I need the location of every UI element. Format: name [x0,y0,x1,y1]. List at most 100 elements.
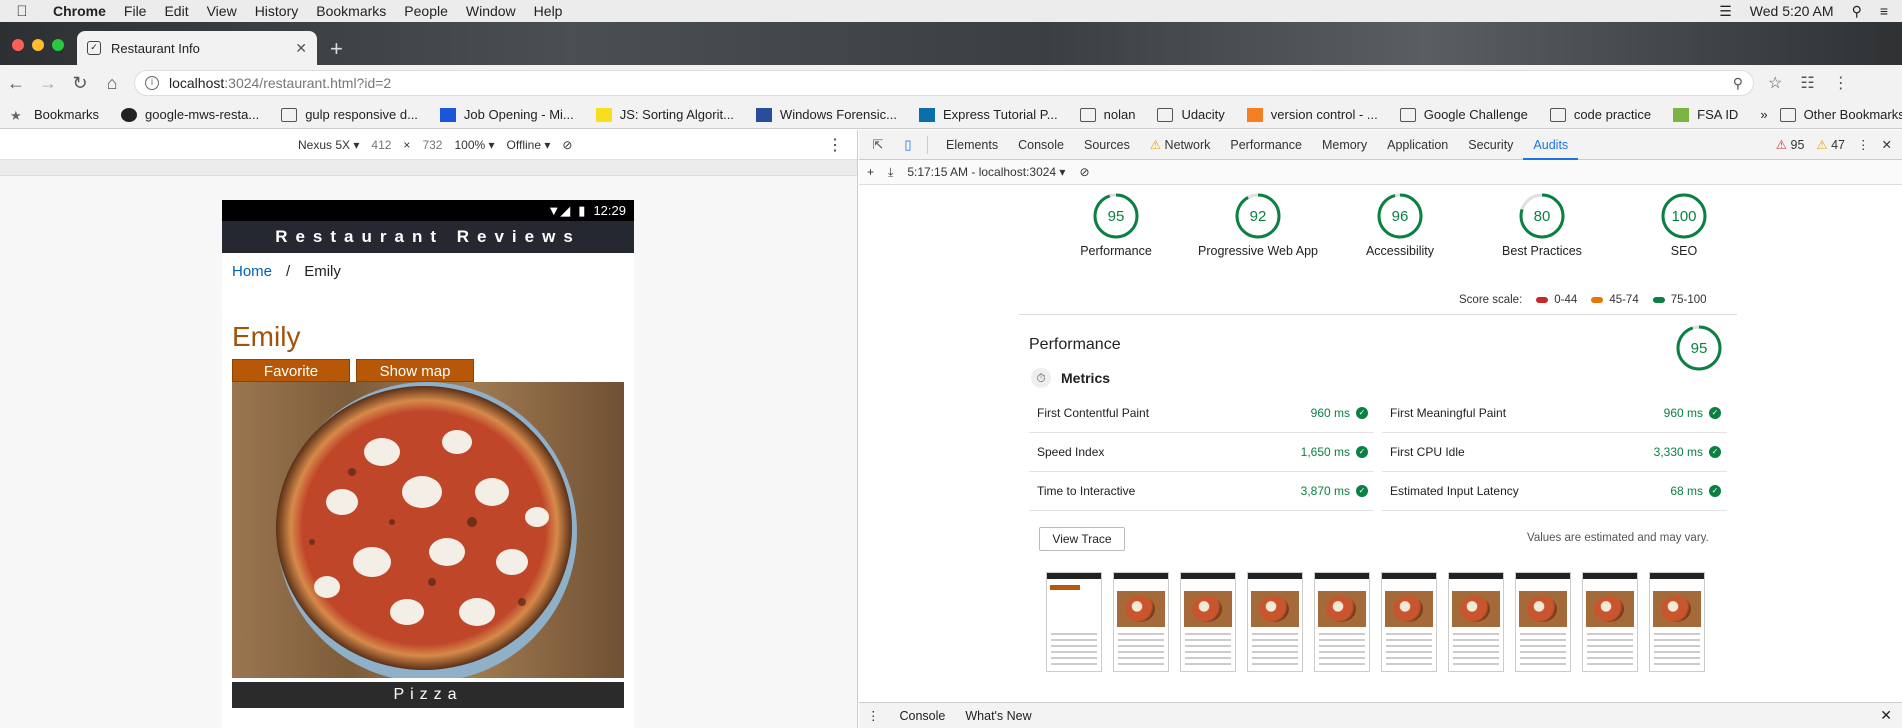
menu-history[interactable]: History [246,3,308,19]
folder-icon [1079,107,1096,122]
close-devtools-icon[interactable]: ✕ [1882,137,1892,152]
menu-bookmarks[interactable]: Bookmarks [307,3,395,19]
reload-icon[interactable]: ↻ [64,73,96,94]
bookmarks-overflow-icon[interactable]: » [1760,107,1767,122]
inspect-element-icon[interactable]: ⇱ [867,137,889,153]
browser-tab[interactable]: ✓ Restaurant Info ✕ [77,31,317,65]
tab-console[interactable]: Console [1008,130,1074,160]
drawer-tab-whats-new[interactable]: What's New [965,709,1031,723]
bookmark-item[interactable]: Windows Forensic... [755,107,897,122]
bookmark-item[interactable]: gulp responsive d... [281,107,418,122]
home-icon[interactable]: ⌂ [96,73,128,94]
bookmark-star-icon[interactable]: ☆ [1768,73,1782,93]
score-value: 100 [1671,208,1696,225]
menu-file[interactable]: File [115,3,156,19]
menu-view[interactable]: View [198,3,246,19]
score-ring: 100 [1661,193,1707,239]
favorite-button[interactable]: Favorite [232,359,350,382]
device-more-icon[interactable]: ⋮ [827,135,843,155]
bookmark-item[interactable]: JS: Sorting Algorit... [595,107,734,122]
bookmark-item[interactable]: Express Tutorial P... [918,107,1058,122]
clear-audits-icon[interactable]: ⊘ [1079,165,1089,179]
wifi-icon[interactable]: ☰ [1719,3,1732,20]
audit-run-select[interactable]: 5:17:15 AM - localhost:3024 ▾ [907,165,1065,179]
download-report-icon[interactable]: ⤓ [888,165,893,180]
menu-list-icon[interactable]: ≡ [1880,3,1888,19]
bookmark-item[interactable]: Udacity [1157,107,1225,122]
maximize-window-button[interactable] [52,39,64,51]
bookmark-item[interactable]: code practice [1549,107,1651,122]
site-info-icon[interactable]: i [145,76,159,90]
zoom-select[interactable]: 100% ▾ [454,138,494,152]
github-icon [121,107,138,122]
tab-application[interactable]: Application [1377,130,1458,160]
score-gauge[interactable]: 92 Progressive Web App [1187,192,1329,258]
forward-icon[interactable]: → [32,73,64,94]
js-icon [595,107,612,122]
filmstrip-frame [1180,572,1236,672]
drawer-tab-console[interactable]: Console [900,709,946,723]
network-throttle-select[interactable]: Offline ▾ [507,138,551,152]
audit-report[interactable]: 95 Performance 92 Progressive Web App 96 Acce… [859,186,1902,702]
bookmark-item[interactable]: google-mws-resta... [121,107,259,122]
menu-edit[interactable]: Edit [155,3,197,19]
new-tab-icon[interactable]: + [330,36,343,62]
score-gauge[interactable]: 96 Accessibility [1329,192,1471,258]
phone-status-bar: ▼◢ ▮ 12:29 [222,200,634,221]
bookmark-item[interactable]: Job Opening - Mi... [439,107,574,122]
address-bar[interactable]: i localhost:3024/restaurant.html?id=2 ⚲ [134,70,1754,96]
device-select[interactable]: Nexus 5X ▾ [298,138,359,152]
score-gauge[interactable]: 100 SEO [1613,192,1755,258]
bookmark-item[interactable]: nolan [1079,107,1135,122]
menu-window[interactable]: Window [457,3,525,19]
filmstrip-frame [1649,572,1705,672]
tab-network[interactable]: ⚠ Network [1140,130,1221,160]
drawer-menu-icon[interactable]: ⋮ [867,708,880,723]
console-counts[interactable]: ⚠ 95 ⚠ 47 ⋮ ✕ [1776,137,1902,152]
filmstrip-frame [1448,572,1504,672]
show-map-button[interactable]: Show map [356,359,474,382]
device-width-input[interactable]: 412 [371,138,391,152]
zoom-search-icon[interactable]: ⚲ [1733,75,1743,92]
back-icon[interactable]: ← [0,73,32,94]
menu-help[interactable]: Help [525,3,572,19]
bookmark-item[interactable]: FSA ID [1673,107,1738,122]
gauge-label: Progressive Web App [1198,244,1318,258]
tab-security[interactable]: Security [1458,130,1523,160]
close-window-button[interactable] [12,39,24,51]
screenshot-filmstrip [1046,572,1705,672]
other-bookmarks[interactable]: Other Bookmarks [1779,107,1902,122]
pass-check-icon: ✓ [1709,485,1721,497]
rotate-icon[interactable]: ⊘ [562,138,572,152]
new-audit-icon[interactable]: + [867,165,874,179]
tab-performance[interactable]: Performance [1220,130,1312,160]
view-trace-button[interactable]: View Trace [1039,527,1125,551]
tab-title: Restaurant Info [111,40,200,56]
menubar-clock[interactable]: Wed 5:20 AM [1750,3,1834,19]
bookmark-item[interactable]: version control - ... [1246,107,1378,122]
breadcrumb-home-link[interactable]: Home [232,263,272,280]
minimize-window-button[interactable] [32,39,44,51]
close-drawer-icon[interactable]: ✕ [1880,707,1892,724]
tab-audits[interactable]: Audits [1523,130,1579,160]
menu-people[interactable]: People [395,3,457,19]
bookmark-item[interactable]: ★ Bookmarks [10,107,99,123]
score-gauge[interactable]: 95 Performance [1045,192,1187,258]
media-query-ruler[interactable] [0,160,857,176]
pass-check-icon: ✓ [1356,407,1368,419]
apple-icon[interactable]:  [0,3,44,20]
bookmark-item[interactable]: Google Challenge [1399,107,1528,122]
extension-icon[interactable]: ☷ [1800,73,1814,93]
tab-elements[interactable]: Elements [936,130,1008,160]
chrome-menu-icon[interactable]: ⋮ [1833,73,1849,93]
menu-chrome[interactable]: Chrome [44,3,115,19]
tab-sources[interactable]: Sources [1074,130,1140,160]
score-gauge[interactable]: 80 Best Practices [1471,192,1613,258]
spotlight-search-icon[interactable]: ⚲ [1852,3,1862,20]
pizza-image [232,382,624,678]
device-toggle-icon[interactable]: ▯ [897,137,919,153]
device-height-input[interactable]: 732 [422,138,442,152]
devtools-menu-icon[interactable]: ⋮ [1857,137,1870,152]
tab-memory[interactable]: Memory [1312,130,1377,160]
close-tab-icon[interactable]: ✕ [295,40,307,57]
